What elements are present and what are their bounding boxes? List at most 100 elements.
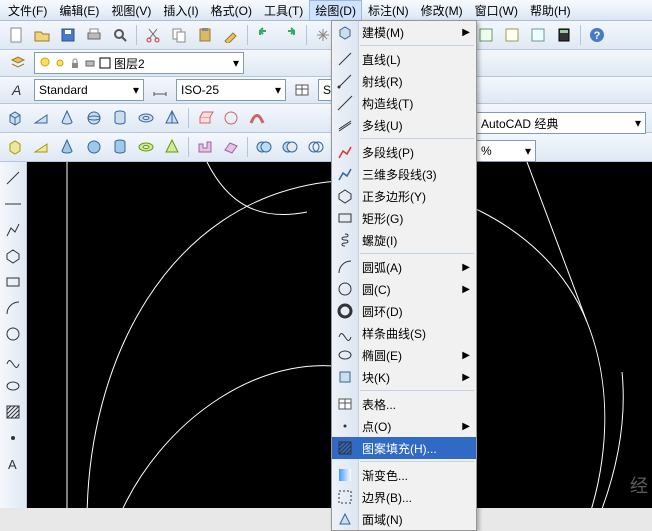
menu-insert[interactable]: 插入(I) — [157, 0, 204, 21]
xline-icon[interactable] — [1, 192, 25, 216]
planar-icon[interactable] — [219, 135, 243, 159]
undo-icon[interactable] — [252, 23, 276, 47]
menu-item-ellipse[interactable]: 椭圆(E)▶ — [332, 344, 476, 366]
cylinder-icon[interactable] — [108, 106, 132, 130]
intersect-icon[interactable] — [304, 135, 328, 159]
chevron-down-icon: ▾ — [233, 56, 239, 70]
sphere-icon[interactable] — [82, 106, 106, 130]
help-icon[interactable]: ? — [585, 23, 609, 47]
circle-icon[interactable] — [1, 322, 25, 346]
preview-icon[interactable] — [108, 23, 132, 47]
box2-icon[interactable] — [4, 135, 28, 159]
circle-icon — [336, 280, 354, 298]
layer-combo[interactable]: 图层2 ▾ — [34, 52, 244, 74]
menu-edit[interactable]: 编辑(E) — [53, 0, 105, 21]
wedge-icon[interactable] — [30, 106, 54, 130]
layer-manager-icon[interactable] — [6, 51, 30, 75]
polygon-icon[interactable] — [1, 244, 25, 268]
menu-item-spline[interactable]: 样条曲线(S) — [332, 322, 476, 344]
cone2-icon[interactable] — [56, 135, 80, 159]
wedge2-icon[interactable] — [30, 135, 54, 159]
menu-item-arc[interactable]: 圆弧(A)▶ — [332, 256, 476, 278]
menu-view[interactable]: 视图(V) — [105, 0, 157, 21]
menu-item-point[interactable]: 点(O)▶ — [332, 415, 476, 437]
pyramid-icon[interactable] — [160, 106, 184, 130]
markup-icon[interactable] — [526, 23, 550, 47]
point-icon[interactable] — [1, 426, 25, 450]
subtract-icon[interactable] — [278, 135, 302, 159]
ellipse-icon[interactable] — [1, 374, 25, 398]
revolve-icon[interactable] — [219, 106, 243, 130]
polysolid-icon[interactable] — [193, 135, 217, 159]
dimstyle-combo[interactable]: ISO-25▾ — [176, 79, 286, 101]
menu-item-region[interactable]: 面域(N) — [332, 508, 476, 530]
pyr2-icon[interactable] — [160, 135, 184, 159]
menu-file[interactable]: 文件(F) — [2, 0, 53, 21]
menu-item-block[interactable]: 块(K)▶ — [332, 366, 476, 388]
copy-icon[interactable] — [167, 23, 191, 47]
menubar: 文件(F) 编辑(E) 视图(V) 插入(I) 格式(O) 工具(T) 绘图(D… — [0, 0, 652, 21]
menu-item-mline[interactable]: 多线(U) — [332, 114, 476, 136]
line-icon[interactable] — [1, 166, 25, 190]
rect-icon[interactable] — [1, 270, 25, 294]
zoom-pct-combo[interactable]: %▾ — [476, 140, 536, 162]
tp-icon[interactable] — [474, 23, 498, 47]
menu-item-pline[interactable]: 多段线(P) — [332, 141, 476, 163]
cyl2-icon[interactable] — [108, 135, 132, 159]
match-icon[interactable] — [219, 23, 243, 47]
chevron-down-icon: ▾ — [635, 116, 641, 130]
union-icon[interactable] — [252, 135, 276, 159]
menu-item-circle[interactable]: 圆(C)▶ — [332, 278, 476, 300]
menu-item-polygon[interactable]: 正多边形(Y) — [332, 185, 476, 207]
sphere2-icon[interactable] — [82, 135, 106, 159]
menu-item-table[interactable]: 表格... — [332, 393, 476, 415]
menu-item-line[interactable]: 直线(L) — [332, 48, 476, 70]
menu-dimension[interactable]: 标注(N) — [362, 0, 415, 21]
tablestyle-icon[interactable] — [290, 78, 314, 102]
menu-item-modeling[interactable]: 建模(M)▶ — [332, 21, 476, 43]
svg-text:A: A — [8, 457, 17, 472]
new-icon[interactable] — [4, 23, 28, 47]
workspace-combo[interactable]: AutoCAD 经典▾ — [476, 112, 646, 134]
extrude-icon[interactable] — [193, 106, 217, 130]
calc-icon[interactable] — [552, 23, 576, 47]
redo-icon[interactable] — [278, 23, 302, 47]
menu-item-hatch[interactable]: 图案填充(H)... — [332, 437, 476, 459]
menu-item-donut[interactable]: 圆环(D) — [332, 300, 476, 322]
paste-icon[interactable] — [193, 23, 217, 47]
menu-item-gradient[interactable]: 渐变色... — [332, 464, 476, 486]
dimstyle-icon[interactable] — [148, 78, 172, 102]
menu-help[interactable]: 帮助(H) — [524, 0, 577, 21]
box-icon[interactable] — [4, 106, 28, 130]
arc-icon[interactable] — [1, 296, 25, 320]
menu-tools[interactable]: 工具(T) — [258, 0, 309, 21]
menu-item-3dpoly[interactable]: 三维多段线(3) — [332, 163, 476, 185]
cone-icon[interactable] — [56, 106, 80, 130]
menu-item-xline[interactable]: 构造线(T) — [332, 92, 476, 114]
print-icon[interactable] — [82, 23, 106, 47]
sweep-icon[interactable] — [245, 106, 269, 130]
spline-icon[interactable] — [1, 348, 25, 372]
textstyle-icon[interactable]: A — [6, 78, 30, 102]
menu-item-boundary[interactable]: 边界(B)... — [332, 486, 476, 508]
menu-format[interactable]: 格式(O) — [205, 0, 258, 21]
menu-item-rect[interactable]: 矩形(G) — [332, 207, 476, 229]
hatch-icon[interactable] — [1, 400, 25, 424]
point-icon — [336, 417, 354, 435]
torus-icon[interactable] — [134, 106, 158, 130]
text-icon[interactable]: A — [1, 452, 25, 476]
pline-icon[interactable] — [1, 218, 25, 242]
ssm-icon[interactable] — [500, 23, 524, 47]
menu-window[interactable]: 窗口(W) — [469, 0, 524, 21]
torus2-icon[interactable] — [134, 135, 158, 159]
chevron-down-icon: ▾ — [275, 83, 281, 97]
menu-item-label: 三维多段线(3) — [362, 166, 437, 183]
menu-item-helix[interactable]: 螺旋(I) — [332, 229, 476, 251]
save-icon[interactable] — [56, 23, 80, 47]
open-icon[interactable] — [30, 23, 54, 47]
menu-draw[interactable]: 绘图(D) — [309, 0, 362, 21]
textstyle-combo[interactable]: Standard▾ — [34, 79, 144, 101]
menu-modify[interactable]: 修改(M) — [415, 0, 469, 21]
cut-icon[interactable] — [141, 23, 165, 47]
menu-item-ray[interactable]: 射线(R) — [332, 70, 476, 92]
